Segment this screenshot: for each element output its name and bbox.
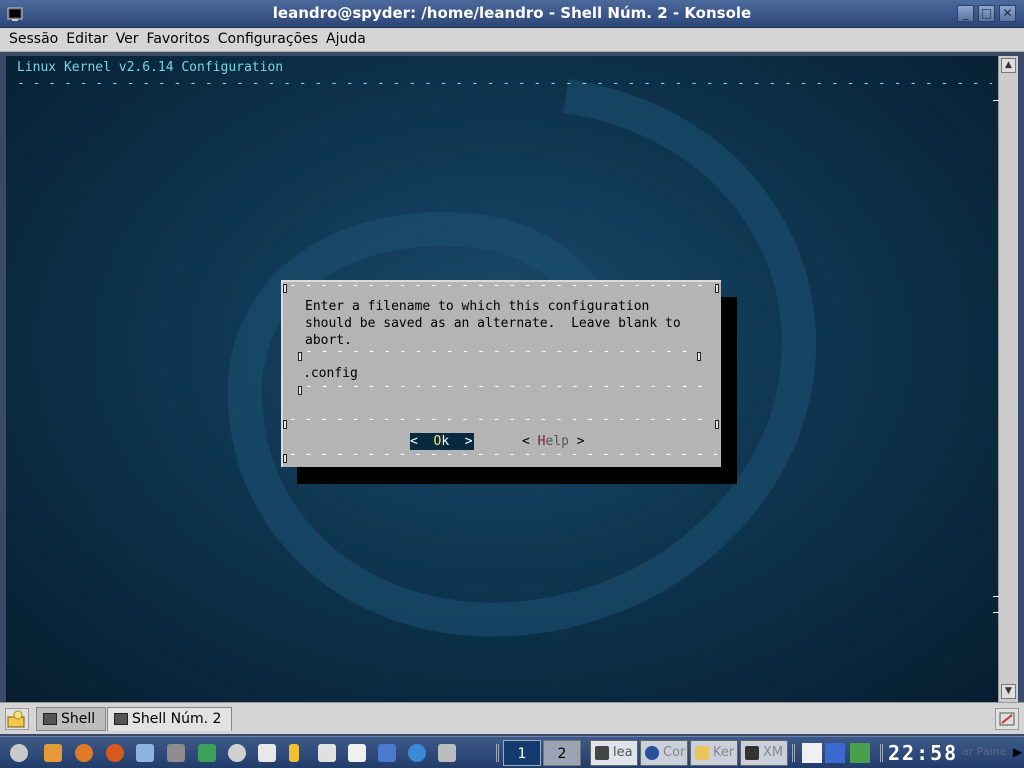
launcher-printer-icon[interactable] <box>438 744 456 762</box>
dialog-corner-mark <box>283 420 287 429</box>
desktop-1-button[interactable]: 1 <box>503 740 541 766</box>
header-divider: - - - - - - - - - - - - - - - - - - - - … <box>17 76 992 91</box>
input-corner-mark <box>697 352 701 361</box>
launcher-music-icon[interactable] <box>318 744 336 762</box>
tab-label: Shell Núm. 2 <box>132 711 222 727</box>
help-left-bracket: < <box>522 434 538 449</box>
dialog-bottom-border: - - - - - - - - - - - - - - - - - - - - … <box>289 451 717 459</box>
panel-hide-label[interactable]: ar Paine <box>962 745 1006 758</box>
terminal-view[interactable]: Linux Kernel v2.6.14 Configuration - - -… <box>6 56 998 702</box>
tray-klipper-icon[interactable] <box>802 743 822 763</box>
task-label: lea <box>613 745 633 760</box>
launcher-candle-icon[interactable] <box>289 744 299 762</box>
dialog-corner-mark <box>715 284 719 293</box>
launcher-gear-icon[interactable] <box>167 744 185 762</box>
menu-configuracoes[interactable]: Configurações <box>214 28 322 50</box>
panel-separator <box>496 744 499 762</box>
ok-button[interactable]: < Ok > <box>410 433 474 450</box>
konsole-icon <box>595 746 609 760</box>
help-right-bracket: > <box>568 434 585 449</box>
input-top-border: - - - - - - - - - - - - - - - - - - - - … <box>305 348 689 356</box>
folder-icon <box>695 746 709 760</box>
menu-ver[interactable]: Ver <box>112 28 143 50</box>
ok-left-bracket: < <box>410 434 434 449</box>
session-tab-bar: Shell Shell Núm. 2 <box>0 702 1024 734</box>
dialog-corner-mark <box>715 420 719 429</box>
scrollbar-tick <box>993 100 999 101</box>
kde-taskbar: 1 2 lea Cor Ker XM 22:58 ar Paine ▶ <box>0 736 1024 768</box>
title-bar[interactable]: leandro@spyder: /home/leandro - Shell Nú… <box>0 0 1024 28</box>
menu-favoritos[interactable]: Favoritos <box>143 28 214 50</box>
close-session-icon <box>999 712 1015 726</box>
input-corner-mark <box>298 352 302 361</box>
minimize-button[interactable]: _ <box>957 5 974 22</box>
new-session-button[interactable] <box>5 708 29 730</box>
tab-shell[interactable]: Shell <box>36 707 107 731</box>
clock[interactable]: 22:58 <box>888 740 956 766</box>
dialog-top-border: - - - - - - - - - - - - - - - - - - - - … <box>289 282 717 290</box>
menu-bar: Sessão Editar Ver Favoritos Configurações Aju… <box>0 28 1024 52</box>
launcher-globe-icon[interactable] <box>408 744 426 762</box>
terminal-icon <box>43 713 57 725</box>
terminal-scrollbar[interactable]: ▲ ▼ <box>993 56 1018 702</box>
task-konsole[interactable]: lea <box>590 740 638 766</box>
scrollbar-tick <box>993 612 999 613</box>
desktop-2-button[interactable]: 2 <box>543 740 581 766</box>
menu-sessao[interactable]: Sessão <box>5 28 62 50</box>
launcher-diamond-icon[interactable] <box>136 744 154 762</box>
task-label: Ker <box>713 745 735 760</box>
close-button[interactable]: ✕ <box>999 5 1016 22</box>
panel-separator <box>880 744 883 762</box>
launcher-mail-icon[interactable] <box>258 744 276 762</box>
tab-label: Shell <box>61 711 96 727</box>
button-separator: - - - - - - - - - - - - - - - - - - - - … <box>289 416 715 424</box>
dialog-corner-mark <box>283 284 287 293</box>
panel-expand-arrow-icon[interactable]: ▶ <box>1013 745 1022 759</box>
launcher-arrow-icon[interactable] <box>44 744 62 762</box>
launcher-network-icon[interactable] <box>198 744 216 762</box>
terminal-icon <box>114 713 128 725</box>
task-label: XM <box>763 745 784 760</box>
task-folder[interactable]: Ker <box>690 740 738 766</box>
xmms-icon <box>745 746 759 760</box>
ok-label: k <box>441 434 450 449</box>
scroll-up-arrow-icon[interactable]: ▲ <box>1001 58 1016 73</box>
save-config-dialog: - - - - - - - - - - - - - - - - - - - - … <box>281 280 721 467</box>
window-title: leandro@spyder: /home/leandro - Shell Nú… <box>272 4 752 22</box>
firefox-icon[interactable] <box>106 744 124 762</box>
launcher-disc-icon[interactable] <box>228 744 246 762</box>
help-label: elp <box>545 434 569 449</box>
filename-input[interactable]: .config <box>303 366 703 382</box>
input-corner-mark <box>298 386 302 395</box>
launcher-chat-icon[interactable] <box>378 744 396 762</box>
tray-network-icon[interactable] <box>850 743 870 763</box>
task-browser[interactable]: Cor <box>640 740 688 766</box>
scrollbar-tick <box>993 596 999 597</box>
new-session-icon <box>7 710 25 728</box>
menu-ajuda[interactable]: Ajuda <box>322 28 370 50</box>
panel-separator <box>792 744 795 762</box>
dialog-corner-mark <box>283 454 287 463</box>
input-bottom-border: - - - - - - - - - - - - - - - - - - - - … <box>305 383 705 391</box>
tray-calendar-icon[interactable] <box>825 743 845 763</box>
menu-editar[interactable]: Editar <box>62 28 111 50</box>
task-label: Cor <box>663 745 686 760</box>
maximize-button[interactable]: □ <box>978 5 995 22</box>
tab-shell-num-2[interactable]: Shell Núm. 2 <box>107 707 233 731</box>
kernel-config-title: Linux Kernel v2.6.14 Configuration <box>17 60 284 75</box>
help-button[interactable]: < Help > <box>522 433 585 450</box>
task-xmms[interactable]: XM <box>740 740 788 766</box>
browser-icon <box>645 746 659 760</box>
ok-right-bracket: > <box>449 434 473 449</box>
dialog-prompt-text: Enter a filename to which this configura… <box>305 299 681 348</box>
scroll-down-arrow-icon[interactable]: ▼ <box>1001 684 1016 699</box>
launcher-ball-icon[interactable] <box>75 744 93 762</box>
launcher-document-icon[interactable] <box>348 744 366 762</box>
kde-menu-icon[interactable] <box>10 744 28 762</box>
close-session-button[interactable] <box>995 708 1019 730</box>
